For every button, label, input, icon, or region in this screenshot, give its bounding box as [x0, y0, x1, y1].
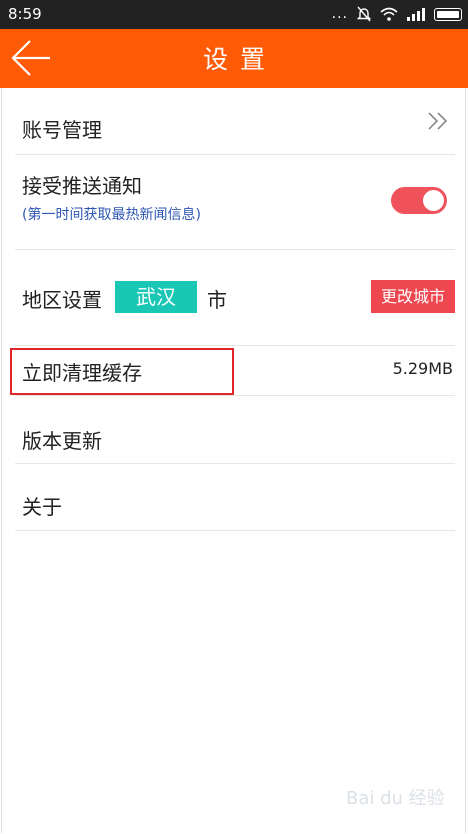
city-suffix: 市 — [207, 288, 227, 312]
status-icons: ... — [332, 5, 462, 23]
toggle-knob — [423, 190, 444, 211]
account-management-label: 账号管理 — [22, 118, 102, 142]
push-notification-hint: (第一时间获取最热新闻信息) — [22, 207, 201, 223]
account-management-row[interactable]: 账号管理 — [15, 88, 455, 155]
about-row[interactable]: 关于 — [15, 463, 455, 531]
region-setting-row: 地区设置 武汉 市 更改城市 — [15, 249, 455, 346]
page-title: 设置 — [202, 45, 277, 74]
double-chevron-right-icon — [428, 112, 448, 130]
push-notification-label: 接受推送通知 — [22, 174, 142, 198]
signal-icon — [407, 7, 425, 21]
push-notification-toggle[interactable] — [391, 187, 447, 214]
battery-icon — [434, 7, 462, 21]
about-label: 关于 — [22, 495, 62, 519]
baidu-jingyan-watermark: Bai du 经验 — [346, 788, 445, 809]
highlight-annotation — [10, 348, 234, 395]
push-notification-row: 接受推送通知 (第一时间获取最热新闻信息) — [15, 154, 455, 250]
watermark-text: Bai du 经验 — [346, 788, 445, 809]
version-update-label: 版本更新 — [22, 429, 102, 453]
status-bar: 8:59 ... — [0, 0, 468, 29]
status-time: 8:59 — [8, 5, 42, 23]
app-bar: 设置 — [0, 29, 468, 88]
version-update-row[interactable]: 版本更新 — [15, 395, 455, 464]
wifi-icon — [380, 7, 398, 21]
notification-dots: ... — [331, 6, 348, 22]
change-city-button[interactable]: 更改城市 — [371, 280, 455, 313]
region-setting-label: 地区设置 — [22, 288, 102, 312]
mute-icon — [357, 6, 371, 22]
current-city-badge: 武汉 — [115, 281, 197, 313]
cache-size: 5.29MB — [392, 359, 453, 378]
settings-list: 账号管理 接受推送通知 (第一时间获取最热新闻信息) 地区设置 武汉 市 更改城… — [1, 88, 466, 833]
